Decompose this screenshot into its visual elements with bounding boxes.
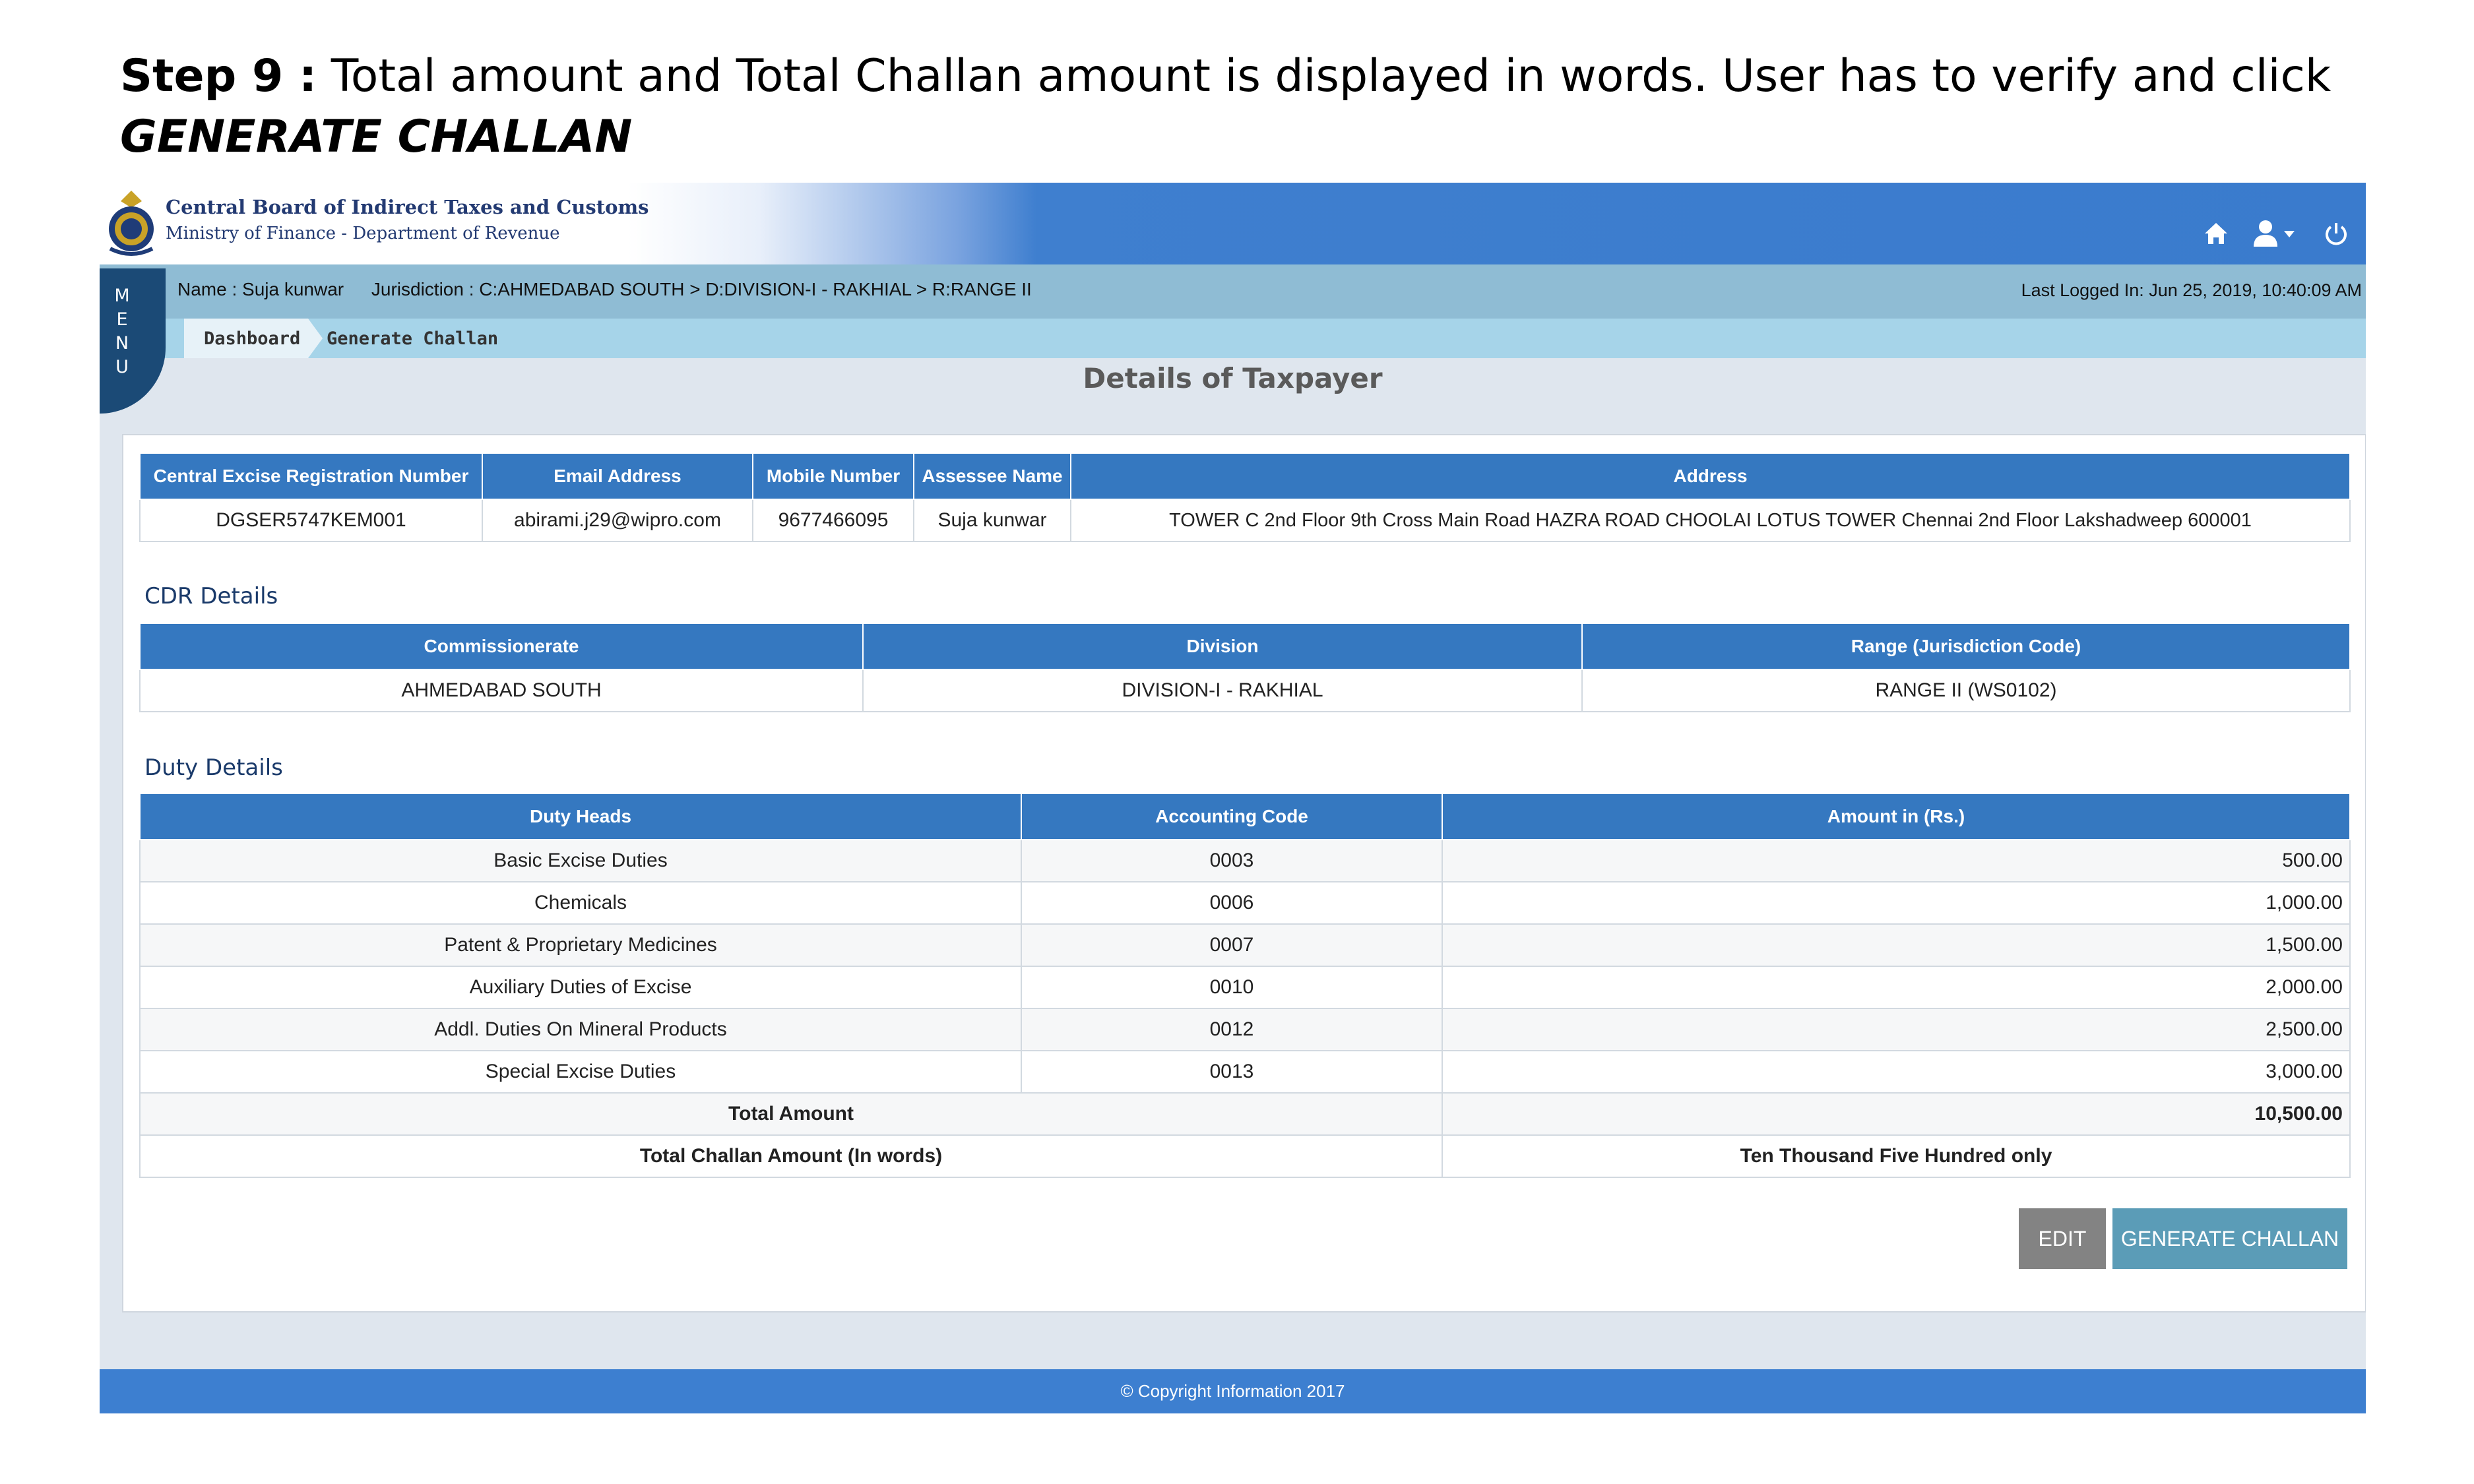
commissionerate: AHMEDABAD SOUTH (139, 669, 864, 712)
table-row: DGSER5747KEM001 abirami.j29@wipro.com 96… (139, 499, 2351, 542)
page-title: Details of Taxpayer (1083, 362, 1383, 394)
user-name: Name : Suja kunwar (177, 279, 344, 299)
duty-section-title: Duty Details (144, 755, 283, 781)
org-name: Central Board of Indirect Taxes and Cust… (166, 196, 649, 218)
duty-amount: 1,500.00 (1442, 923, 2351, 967)
column-header: Assessee Name (913, 452, 1071, 500)
breadcrumb-dashboard[interactable]: Dashboard (184, 319, 323, 358)
step-text: Total amount and Total Challan amount is… (331, 50, 2331, 102)
column-header: Range (Jurisdiction Code) (1581, 623, 2351, 670)
accounting-code: 0007 (1021, 923, 1443, 967)
duty-amount: 3,000.00 (1442, 1050, 2351, 1094)
duty-head: Addl. Duties On Mineral Products (139, 1008, 1022, 1051)
total-words-label: Total Challan Amount (In words) (139, 1134, 1443, 1178)
accounting-code: 0013 (1021, 1050, 1443, 1094)
accounting-code: 0010 (1021, 966, 1443, 1009)
accounting-code: 0006 (1021, 881, 1443, 925)
column-header: Email Address (482, 452, 753, 500)
address: TOWER C 2nd Floor 9th Cross Main Road HA… (1070, 499, 2351, 542)
table-row: Basic Excise Duties 0003 500.00 (139, 839, 2351, 882)
table-header-row: Duty Heads Accounting Code Amount in (Rs… (139, 793, 2351, 840)
home-icon[interactable] (2200, 217, 2233, 250)
column-header: Accounting Code (1021, 793, 1443, 840)
breadcrumb: Dashboard Generate Challan (100, 319, 2366, 358)
duty-amount: 500.00 (1442, 839, 2351, 882)
table-row: Addl. Duties On Mineral Products 0012 2,… (139, 1008, 2351, 1051)
column-header: Amount in (Rs.) (1442, 793, 2351, 840)
duty-head: Special Excise Duties (139, 1050, 1022, 1094)
column-header: Commissionerate (139, 623, 864, 670)
step-instruction: Step 9 : Total amount and Total Challan … (120, 46, 2363, 168)
duty-head: Basic Excise Duties (139, 839, 1022, 882)
org-subtitle: Ministry of Finance - Department of Reve… (166, 224, 560, 243)
user-info-bar: Name : Suja kunwar Jurisdiction : C:AHME… (100, 264, 2366, 319)
table-row: Auxiliary Duties of Excise 0010 2,000.00 (139, 966, 2351, 1009)
column-header: Central Excise Registration Number (139, 452, 483, 500)
column-header: Address (1070, 452, 2351, 500)
step-action: GENERATE CHALLAN (120, 111, 633, 163)
last-logged-in: Last Logged In: Jun 25, 2019, 10:40:09 A… (2021, 280, 2362, 300)
table-row: AHMEDABAD SOUTH DIVISION-I - RAKHIAL RAN… (139, 669, 2351, 712)
table-row: Chemicals 0006 1,000.00 (139, 881, 2351, 925)
header-actions (2200, 217, 2353, 250)
user-jurisdiction: Jurisdiction : C:AHMEDABAD SOUTH > D:DIV… (371, 279, 1032, 299)
table-header-row: Central Excise Registration Number Email… (139, 452, 2351, 500)
duty-head: Chemicals (139, 881, 1022, 925)
user-details: Name : Suja kunwar Jurisdiction : C:AHME… (177, 279, 1032, 300)
menu-letter: M (114, 286, 130, 306)
division: DIVISION-I - RAKHIAL (862, 669, 1583, 712)
mobile-number: 9677466095 (752, 499, 914, 542)
duty-amount: 2,000.00 (1442, 966, 2351, 1009)
registration-number: DGSER5747KEM001 (139, 499, 483, 542)
accounting-code: 0003 (1021, 839, 1443, 882)
edit-button[interactable]: EDIT (2019, 1208, 2106, 1269)
taxpayer-table: Central Excise Registration Number Email… (139, 452, 2351, 542)
duty-head: Patent & Proprietary Medicines (139, 923, 1022, 967)
total-row: Total Amount 10,500.00 (139, 1092, 2351, 1136)
table-row: Special Excise Duties 0013 3,000.00 (139, 1050, 2351, 1094)
footer-copyright: © Copyright Information 2017 (100, 1369, 2366, 1413)
total-words-value: Ten Thousand Five Hundred only (1442, 1134, 2351, 1178)
application-window: Central Board of Indirect Taxes and Cust… (100, 183, 2366, 1413)
generate-challan-button[interactable]: GENERATE CHALLAN (2112, 1208, 2347, 1269)
taxpayer-details-card: Central Excise Registration Number Email… (122, 434, 2366, 1313)
cdr-table: Commissionerate Division Range (Jurisdic… (139, 623, 2351, 712)
duty-amount: 2,500.00 (1442, 1008, 2351, 1051)
top-header: Central Board of Indirect Taxes and Cust… (100, 183, 2366, 264)
column-header: Mobile Number (752, 452, 914, 500)
email-address: abirami.j29@wipro.com (482, 499, 753, 542)
user-icon[interactable] (2251, 217, 2301, 250)
assessee-name: Suja kunwar (913, 499, 1071, 542)
accounting-code: 0012 (1021, 1008, 1443, 1051)
breadcrumb-current: Generate Challan (327, 328, 499, 349)
range-code: RANGE II (WS0102) (1581, 669, 2351, 712)
duty-amount: 1,000.00 (1442, 881, 2351, 925)
total-words-row: Total Challan Amount (In words) Ten Thou… (139, 1134, 2351, 1178)
duty-table: Duty Heads Accounting Code Amount in (Rs… (139, 793, 2351, 1178)
total-amount: 10,500.00 (1442, 1092, 2351, 1136)
duty-head: Auxiliary Duties of Excise (139, 966, 1022, 1009)
column-header: Division (862, 623, 1583, 670)
column-header: Duty Heads (139, 793, 1022, 840)
power-icon[interactable] (2320, 217, 2353, 250)
cdr-section-title: CDR Details (144, 583, 278, 609)
step-label: Step 9 : (120, 50, 317, 102)
emblem-icon (109, 191, 154, 256)
table-row: Patent & Proprietary Medicines 0007 1,50… (139, 923, 2351, 967)
menu-letter: E (116, 309, 128, 330)
table-header-row: Commissionerate Division Range (Jurisdic… (139, 623, 2351, 670)
breadcrumb-dashboard-label: Dashboard (204, 328, 301, 349)
total-label: Total Amount (139, 1092, 1443, 1136)
menu-letter: N (115, 333, 129, 354)
